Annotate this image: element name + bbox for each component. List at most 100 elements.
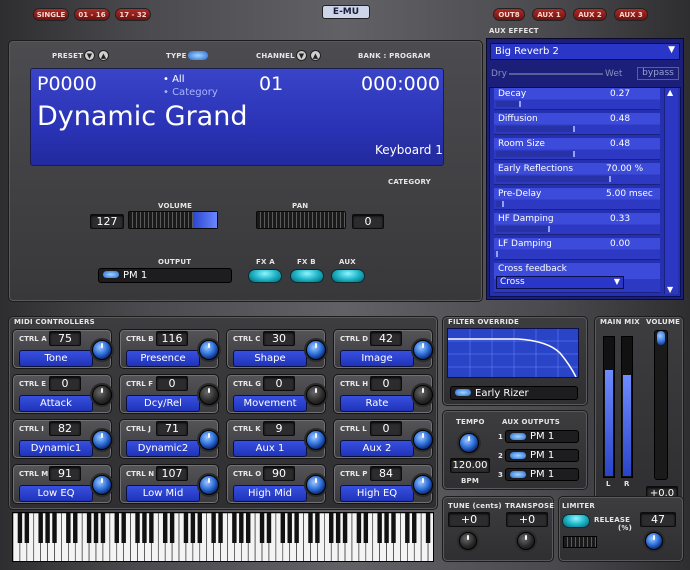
black-key[interactable] [190, 513, 196, 543]
aux-param-cross-feedback[interactable]: Cross feedback Cross ▼ [494, 263, 660, 293]
filter-category-option[interactable]: • Category [163, 87, 218, 98]
controller-knob[interactable] [92, 430, 112, 450]
black-key[interactable] [183, 513, 189, 543]
controller-value[interactable]: 71 [156, 421, 188, 436]
aux-param-decay[interactable]: Decay 0.27 [494, 88, 660, 110]
black-key[interactable] [287, 513, 292, 543]
controller-knob[interactable] [92, 340, 112, 360]
black-key[interactable] [135, 513, 140, 543]
tab-single[interactable]: SINGLE [33, 8, 69, 21]
black-key[interactable] [121, 513, 126, 543]
tempo-value[interactable]: 120.00 [450, 458, 490, 473]
aux-param-early-reflections[interactable]: Early Reflections 70.00 % [494, 163, 660, 185]
preset-number[interactable]: P0000 [37, 73, 97, 95]
controller-knob[interactable] [92, 385, 112, 405]
black-key[interactable] [86, 513, 92, 543]
piano-keyboard[interactable] [12, 512, 434, 562]
output-selector[interactable]: PM 1 [98, 268, 232, 283]
controller-knob[interactable] [199, 430, 219, 450]
controller-name-button[interactable]: Attack [19, 395, 93, 412]
controller-value[interactable]: 0 [156, 376, 188, 391]
controller-knob[interactable] [306, 340, 326, 360]
category-value[interactable]: Keyboard 1 [375, 143, 443, 157]
aux-effect-preset-select[interactable]: Big Reverb 2 ▼ [490, 43, 680, 60]
controller-name-button[interactable]: Image [340, 350, 414, 367]
black-key[interactable] [52, 513, 57, 543]
black-key[interactable] [73, 513, 78, 543]
controller-value[interactable]: 42 [370, 331, 402, 346]
controller-value[interactable]: 0 [370, 376, 402, 391]
controller-name-button[interactable]: High Mid [233, 485, 307, 502]
aux-param-lf-damping[interactable]: LF Damping 0.00 [494, 238, 660, 260]
aux2-button[interactable]: AUX 2 [573, 8, 607, 21]
black-key[interactable] [329, 513, 334, 543]
tune-knob[interactable] [459, 532, 477, 550]
controller-value[interactable]: 75 [49, 331, 81, 346]
aux-param-hf-damping[interactable]: HF Damping 0.33 [494, 213, 660, 235]
aux-params-scrollbar[interactable]: ▲ ▼ [664, 88, 678, 294]
black-key[interactable] [114, 513, 119, 543]
black-key[interactable] [280, 513, 286, 543]
controller-value[interactable]: 30 [263, 331, 295, 346]
controller-knob[interactable] [413, 430, 433, 450]
aux3-button[interactable]: AUX 3 [614, 8, 648, 21]
black-key[interactable] [211, 513, 216, 543]
scroll-up-icon[interactable]: ▲ [667, 88, 673, 97]
controller-name-button[interactable]: Low Mid [126, 485, 200, 502]
black-key[interactable] [335, 513, 341, 543]
dry-wet-slider[interactable] [509, 73, 603, 75]
black-key[interactable] [294, 513, 299, 543]
controller-knob[interactable] [413, 340, 433, 360]
black-key[interactable] [169, 513, 175, 543]
scroll-down-icon[interactable]: ▼ [667, 285, 673, 294]
tab-01-16[interactable]: 01 - 16 [74, 8, 110, 21]
black-key[interactable] [142, 513, 147, 543]
aux-output-select-1[interactable]: PM 1 [505, 430, 579, 443]
aux-output-select-3[interactable]: PM 1 [505, 468, 579, 481]
black-key[interactable] [239, 513, 244, 543]
aux1-button[interactable]: AUX 1 [532, 8, 566, 21]
controller-name-button[interactable]: Movement [233, 395, 307, 412]
aux-param-diffusion[interactable]: Diffusion 0.48 [494, 113, 660, 135]
controller-knob[interactable] [92, 475, 112, 495]
controller-name-button[interactable]: Presence [126, 350, 200, 367]
controller-name-button[interactable]: High EQ [340, 485, 414, 502]
aux-param-pre-delay[interactable]: Pre-Delay 5.00 msec [494, 188, 660, 210]
black-key[interactable] [66, 513, 71, 543]
controller-knob[interactable] [306, 385, 326, 405]
black-key[interactable] [38, 513, 43, 543]
controller-value[interactable]: 0 [49, 376, 81, 391]
fx-b-button[interactable] [290, 269, 324, 283]
pan-fader[interactable] [256, 211, 346, 229]
black-key[interactable] [412, 513, 417, 543]
controller-value[interactable]: 84 [370, 466, 402, 481]
bypass-button[interactable]: bypass [637, 67, 679, 80]
black-key[interactable] [245, 513, 251, 543]
black-key[interactable] [218, 513, 223, 543]
black-key[interactable] [425, 513, 431, 543]
preset-down-arrow-icon[interactable]: ▼ [84, 50, 95, 61]
filter-type-select[interactable]: Early Rizer [450, 386, 578, 400]
controller-name-button[interactable]: Tone [19, 350, 93, 367]
channel-down-arrow-icon[interactable]: ▼ [296, 50, 307, 61]
preset-up-arrow-icon[interactable]: ▲ [98, 50, 109, 61]
black-key[interactable] [342, 513, 348, 543]
controller-value[interactable]: 9 [263, 421, 295, 436]
fx-a-button[interactable] [248, 269, 282, 283]
controller-value[interactable]: 82 [49, 421, 81, 436]
black-key[interactable] [266, 513, 272, 543]
out8-button[interactable]: OUT8 [493, 8, 525, 21]
controller-value[interactable]: 107 [156, 466, 188, 481]
transpose-value[interactable]: +0 [506, 512, 548, 527]
black-key[interactable] [363, 513, 369, 543]
cross-feedback-select[interactable]: Cross ▼ [496, 276, 624, 289]
channel-number[interactable]: 01 [259, 73, 283, 95]
pan-value[interactable]: 0 [352, 214, 384, 229]
black-key[interactable] [149, 513, 154, 543]
black-key[interactable] [315, 513, 320, 543]
filter-all-option[interactable]: • All [163, 74, 184, 85]
type-selector-button[interactable] [188, 51, 208, 60]
controller-name-button[interactable]: Rate [340, 395, 414, 412]
controller-name-button[interactable]: Aux 2 [340, 440, 414, 457]
controller-name-button[interactable]: Dynamic1 [19, 440, 93, 457]
